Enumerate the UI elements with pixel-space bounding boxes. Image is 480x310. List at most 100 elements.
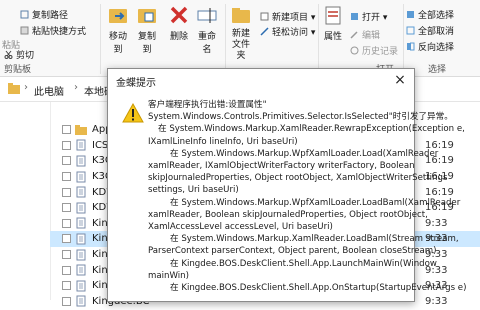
move-to-label: 移动到 (108, 32, 127, 55)
file-modified-time: 9:33 (425, 295, 448, 307)
breadcrumb-this-pc[interactable]: 此电脑 (34, 83, 64, 98)
error-line: 在 System.Windows.Markup.XamlReader.LoadB… (170, 234, 459, 245)
folder-icon (75, 124, 87, 136)
close-button[interactable]: × (392, 72, 408, 88)
ribbon-divider (100, 4, 101, 74)
row-checkbox[interactable] (62, 203, 71, 213)
select-group-label: 选择 (428, 65, 447, 75)
file-icon (75, 202, 87, 214)
edit-label: 编辑 (362, 31, 381, 41)
file-icon (75, 264, 87, 276)
easy-access-icon (260, 27, 269, 36)
dialog-title-bar[interactable]: 金蝶提示 × (108, 69, 414, 93)
error-line: XamlAccessLevel accessLevel, Uri baseUri… (148, 222, 333, 233)
new-folder-label: 新建 文件夹 (231, 29, 250, 61)
paste-shortcut-button[interactable]: 粘贴快捷方式 (20, 24, 86, 37)
error-line: System.Windows.Controls.Primitives.Selec… (148, 112, 453, 123)
paste-shortcut-label: 粘贴快捷方式 (32, 27, 87, 37)
copy-to-button[interactable]: 复制到 (134, 4, 160, 55)
easy-access-label: 轻松访问 ▾ (272, 28, 316, 38)
error-line: xamlReader, Boolean skipJournaledPropert… (148, 209, 428, 220)
warning-icon (122, 102, 144, 123)
rename-icon (196, 4, 218, 26)
row-checkbox[interactable] (62, 218, 71, 228)
folder-icon (8, 83, 20, 97)
breadcrumb-separator: › (74, 82, 78, 93)
navigation-pane (0, 102, 51, 300)
file-icon (75, 139, 87, 151)
row-checkbox[interactable] (62, 265, 71, 275)
row-checkbox[interactable] (62, 187, 71, 197)
row-checkbox[interactable] (62, 234, 71, 244)
error-line: 在 System.Windows.Markup.WpfXamlLoader.Lo… (170, 197, 461, 208)
copy-to-icon (136, 4, 158, 26)
move-to-button[interactable]: 移动到 (105, 4, 131, 55)
history-icon (350, 46, 359, 55)
file-icon (75, 171, 87, 183)
breadcrumb-separator: › (24, 82, 28, 93)
scissors-icon (4, 50, 13, 59)
copy-to-label: 复制到 (137, 32, 156, 55)
invert-selection-button[interactable]: 反向选择 (406, 40, 454, 53)
history-button[interactable]: 历史记录 (350, 44, 398, 57)
error-line: xamlReader, IXamlObjectWriterFactory wri… (148, 161, 415, 172)
paste-shortcut-icon (20, 26, 29, 35)
select-none-button[interactable]: 全部取消 (406, 24, 454, 37)
move-to-icon (107, 4, 129, 26)
invert-selection-label: 反向选择 (418, 43, 455, 53)
row-checkbox[interactable] (62, 172, 71, 182)
dialog-body: 客户端程序执行出错:设置属性" System.Windows.Controls.P… (108, 93, 467, 301)
ribbon-divider (225, 4, 226, 74)
new-item-label: 新建项目 ▾ (272, 13, 316, 23)
file-modified-time: 9:33 (425, 217, 448, 229)
select-none-label: 全部取消 (418, 27, 455, 37)
ribbon-divider (403, 4, 404, 74)
row-checkbox[interactable] (62, 125, 71, 135)
error-line: 在 Kingdee.BOS.DeskClient.Shell.App.OnSta… (170, 283, 467, 294)
file-icon (75, 233, 87, 245)
file-icon (75, 280, 87, 292)
copy-path-icon (20, 10, 29, 19)
error-line: skipJournaledProperties, Object rootObje… (148, 173, 448, 184)
edit-icon (350, 30, 359, 39)
new-folder-button[interactable]: 新建 文件夹 (228, 4, 254, 62)
rename-button[interactable]: 重命名 (194, 4, 220, 55)
clipboard-group-label: 剪贴板 (4, 65, 32, 75)
error-line: 在 Kingdee.BOS.DeskClient.Shell.App.Launc… (170, 258, 437, 269)
error-line: IXamlLineInfo lineInfo, Uri baseUri) (148, 136, 298, 147)
row-checkbox[interactable] (62, 281, 71, 291)
open-icon (350, 12, 359, 21)
new-item-button[interactable]: 新建项目 ▾ (260, 10, 315, 23)
edit-button[interactable]: 编辑 (350, 28, 380, 41)
delete-icon (168, 4, 190, 26)
error-line: 在 System.Windows.Markup.XamlReader.Rewra… (158, 124, 465, 135)
cut-button[interactable]: 剪切 (4, 48, 34, 61)
open-label: 打开 ▾ (362, 13, 388, 23)
ribbon-divider (318, 4, 319, 74)
delete-button[interactable]: 删除 (167, 4, 191, 42)
dialog-title: 金蝶提示 (116, 78, 156, 89)
row-checkbox[interactable] (62, 140, 71, 150)
row-checkbox[interactable] (62, 156, 71, 166)
file-icon (75, 249, 87, 261)
row-checkbox[interactable] (62, 250, 71, 260)
ribbon: 复制路径 粘贴快捷方式 粘贴 剪切 剪贴板 移动到 复制到 删除 重命名 新建 … (0, 0, 480, 77)
file-icon (75, 217, 87, 229)
select-all-button[interactable]: 全部选择 (406, 8, 454, 21)
error-line: 在 System.Windows.Markup.WpfXamlLoader.Lo… (170, 148, 439, 159)
row-checkbox[interactable] (62, 296, 71, 306)
delete-label: 删除 (169, 32, 188, 42)
error-line: ParserContext parserContext, Object pare… (148, 246, 437, 257)
open-button[interactable]: 打开 ▾ (350, 10, 387, 23)
error-line: settings, Uri baseUri) (148, 185, 239, 196)
rename-label: 重命名 (197, 32, 216, 55)
new-folder-icon (230, 4, 252, 26)
history-label: 历史记录 (362, 47, 399, 57)
error-line: mainWin) (148, 270, 189, 281)
properties-button[interactable]: 属性 (320, 4, 346, 42)
error-dialog: 金蝶提示 × 客户端程序执行出错:设置属性" System.Windows.Con… (107, 68, 467, 302)
new-item-icon (260, 12, 269, 21)
easy-access-button[interactable]: 轻松访问 ▾ (260, 25, 315, 38)
properties-label: 属性 (323, 32, 342, 42)
copy-path-button[interactable]: 复制路径 (20, 8, 68, 21)
